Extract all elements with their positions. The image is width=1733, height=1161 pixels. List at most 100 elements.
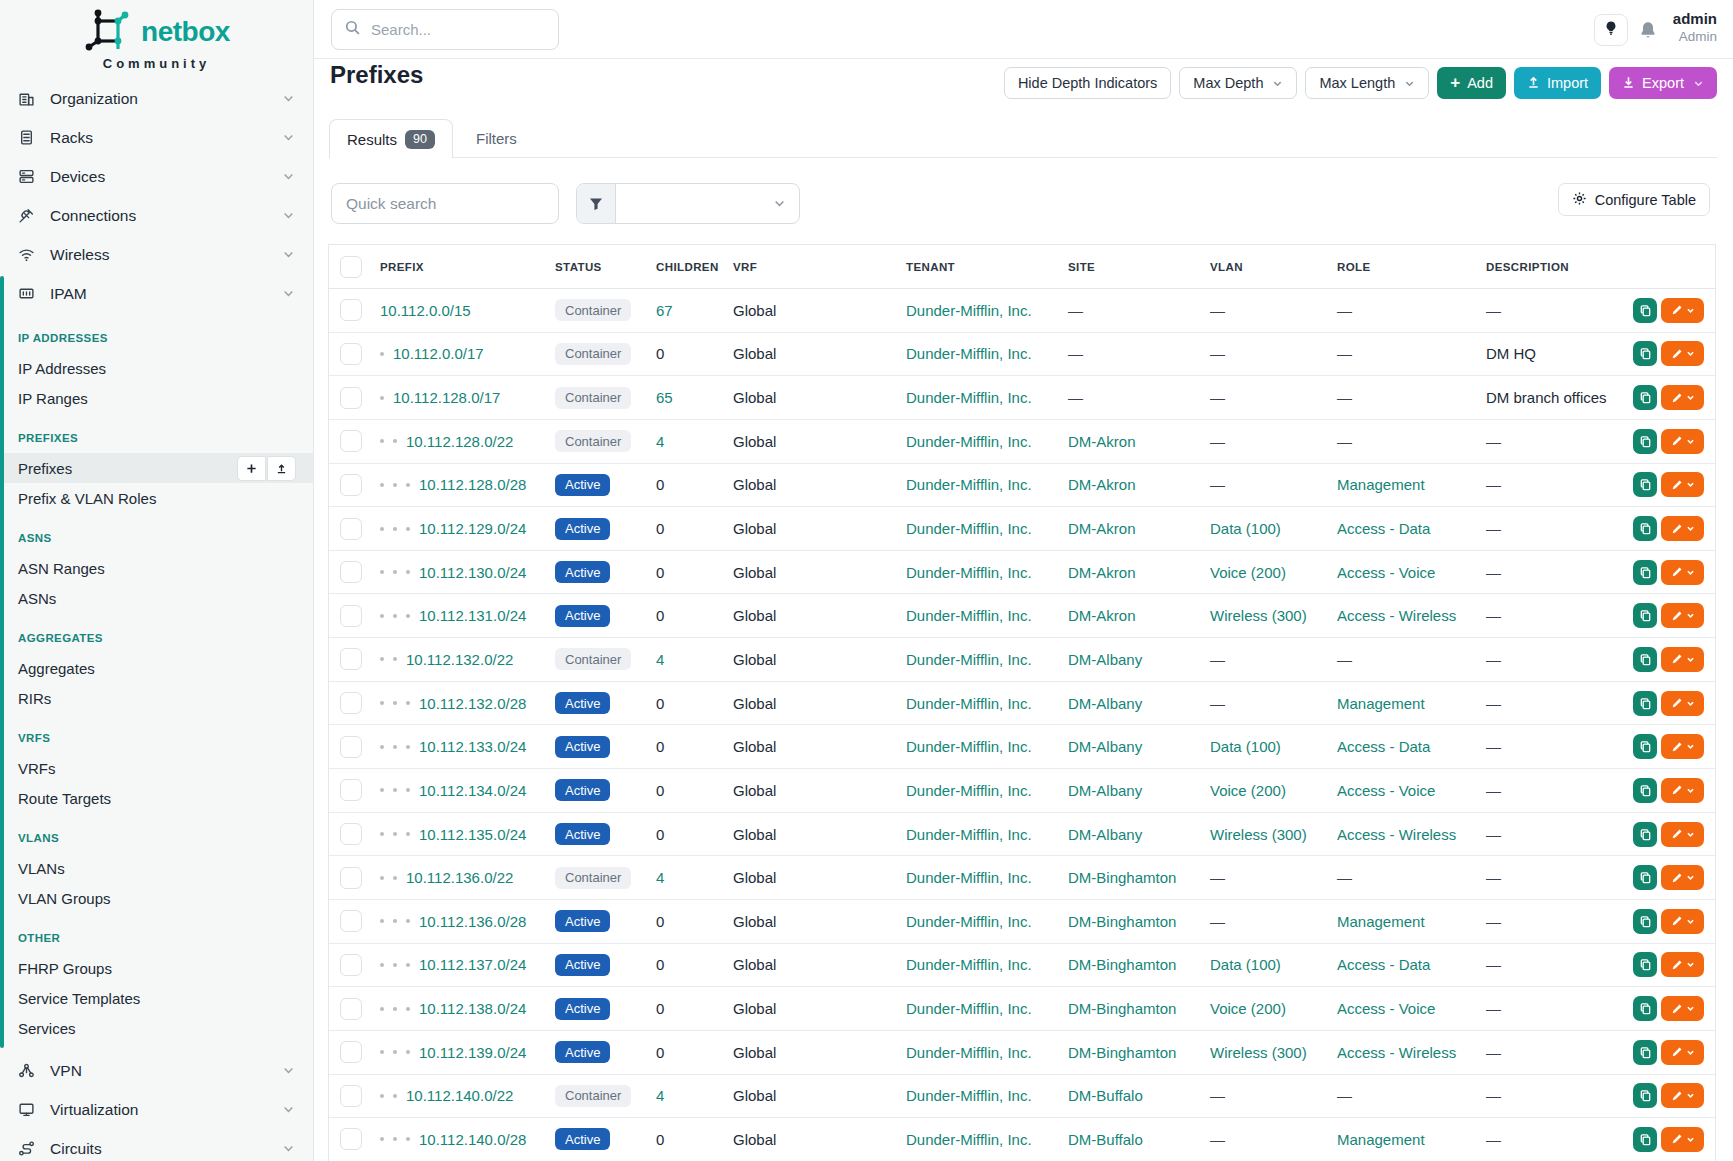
- prefix-link[interactable]: 10.112.0.0/17: [393, 345, 484, 362]
- prefix-link[interactable]: 10.112.138.0/24: [419, 1000, 526, 1017]
- role-cell-link[interactable]: Access - Voice: [1337, 564, 1435, 581]
- role-cell-link[interactable]: Management: [1337, 695, 1425, 712]
- tenant-cell-link[interactable]: Dunder-Mifflin, Inc.: [906, 651, 1032, 668]
- tenant-cell-link[interactable]: Dunder-Mifflin, Inc.: [906, 826, 1032, 843]
- row-checkbox[interactable]: [340, 605, 362, 627]
- role-cell-link[interactable]: Management: [1337, 913, 1425, 930]
- site-cell-link[interactable]: DM-Buffalo: [1068, 1131, 1143, 1148]
- row-checkbox[interactable]: [340, 867, 362, 889]
- sidebar-item-ip-ranges[interactable]: IP Ranges: [0, 383, 313, 413]
- role-cell-link[interactable]: Access - Data: [1337, 520, 1430, 537]
- brand[interactable]: netbox Community: [0, 0, 313, 71]
- copy-button[interactable]: [1633, 603, 1657, 628]
- sidebar-item-wireless[interactable]: Wireless: [0, 235, 313, 274]
- site-cell-link[interactable]: DM-Albany: [1068, 738, 1142, 755]
- sidebar-item-asn-ranges[interactable]: ASN Ranges: [0, 553, 313, 583]
- prefix-link[interactable]: 10.112.136.0/22: [406, 869, 513, 886]
- role-cell-link[interactable]: Access - Voice: [1337, 782, 1435, 799]
- row-checkbox[interactable]: [340, 648, 362, 670]
- tenant-cell-link[interactable]: Dunder-Mifflin, Inc.: [906, 695, 1032, 712]
- tenant-cell-link[interactable]: Dunder-Mifflin, Inc.: [906, 956, 1032, 973]
- tenant-cell-link[interactable]: Dunder-Mifflin, Inc.: [906, 476, 1032, 493]
- vlan-cell-link[interactable]: Wireless (300): [1210, 1044, 1307, 1061]
- copy-button[interactable]: [1633, 1083, 1657, 1108]
- global-search-input[interactable]: Search...: [331, 9, 559, 50]
- children-link[interactable]: 67: [656, 302, 673, 319]
- row-checkbox[interactable]: [340, 954, 362, 976]
- import-prefix-button[interactable]: [267, 456, 296, 481]
- tenant-cell-link[interactable]: Dunder-Mifflin, Inc.: [906, 913, 1032, 930]
- row-checkbox[interactable]: [340, 998, 362, 1020]
- row-checkbox[interactable]: [340, 430, 362, 452]
- children-link[interactable]: 65: [656, 389, 673, 406]
- edit-button[interactable]: [1661, 909, 1704, 934]
- prefix-link[interactable]: 10.112.128.0/17: [393, 389, 500, 406]
- column-header-description[interactable]: DESCRIPTION: [1486, 245, 1569, 288]
- column-header-role[interactable]: ROLE: [1337, 245, 1371, 288]
- edit-button[interactable]: [1661, 560, 1704, 585]
- prefix-link[interactable]: 10.112.131.0/24: [419, 607, 526, 624]
- prefix-link[interactable]: 10.112.129.0/24: [419, 520, 526, 537]
- saved-filter-select[interactable]: [616, 184, 799, 223]
- copy-button[interactable]: [1633, 691, 1657, 716]
- copy-button[interactable]: [1633, 341, 1657, 366]
- site-cell-link[interactable]: DM-Akron: [1068, 433, 1136, 450]
- max-length-dropdown[interactable]: Max Length: [1305, 67, 1429, 99]
- site-cell-link[interactable]: DM-Binghamton: [1068, 1000, 1176, 1017]
- column-header-site[interactable]: SITE: [1068, 245, 1095, 288]
- hide-depth-indicators-button[interactable]: Hide Depth Indicators: [1004, 67, 1171, 99]
- tenant-cell-link[interactable]: Dunder-Mifflin, Inc.: [906, 1044, 1032, 1061]
- export-button[interactable]: Export: [1609, 67, 1717, 99]
- edit-button[interactable]: [1661, 1083, 1704, 1108]
- prefix-link[interactable]: 10.112.134.0/24: [419, 782, 526, 799]
- row-checkbox[interactable]: [340, 1085, 362, 1107]
- sidebar-item-route-targets[interactable]: Route Targets: [0, 783, 313, 813]
- row-checkbox[interactable]: [340, 910, 362, 932]
- prefix-link[interactable]: 10.112.137.0/24: [419, 956, 526, 973]
- vlan-cell-link[interactable]: Data (100): [1210, 956, 1281, 973]
- sidebar-item-vlan-groups[interactable]: VLAN Groups: [0, 883, 313, 913]
- site-cell-link[interactable]: DM-Albany: [1068, 651, 1142, 668]
- site-cell-link[interactable]: DM-Akron: [1068, 476, 1136, 493]
- edit-button[interactable]: [1661, 516, 1704, 541]
- theme-toggle-button[interactable]: [1594, 14, 1628, 46]
- row-checkbox[interactable]: [340, 299, 362, 321]
- tenant-cell-link[interactable]: Dunder-Mifflin, Inc.: [906, 607, 1032, 624]
- vlan-cell-link[interactable]: Voice (200): [1210, 1000, 1286, 1017]
- row-checkbox[interactable]: [340, 736, 362, 758]
- row-checkbox[interactable]: [340, 823, 362, 845]
- column-header-vrf[interactable]: VRF: [733, 245, 757, 288]
- vlan-cell-link[interactable]: Data (100): [1210, 738, 1281, 755]
- role-cell-link[interactable]: Access - Wireless: [1337, 1044, 1456, 1061]
- copy-button[interactable]: [1633, 647, 1657, 672]
- notifications-button[interactable]: [1638, 20, 1658, 44]
- copy-button[interactable]: [1633, 952, 1657, 977]
- edit-button[interactable]: [1661, 385, 1704, 410]
- tenant-cell-link[interactable]: Dunder-Mifflin, Inc.: [906, 389, 1032, 406]
- edit-button[interactable]: [1661, 298, 1704, 323]
- copy-button[interactable]: [1633, 1040, 1657, 1065]
- site-cell-link[interactable]: DM-Binghamton: [1068, 869, 1176, 886]
- add-prefix-button[interactable]: [237, 456, 266, 481]
- tenant-cell-link[interactable]: Dunder-Mifflin, Inc.: [906, 869, 1032, 886]
- sidebar-item-ipam[interactable]: IPAM: [0, 274, 313, 313]
- copy-button[interactable]: [1633, 472, 1657, 497]
- tenant-cell-link[interactable]: Dunder-Mifflin, Inc.: [906, 520, 1032, 537]
- site-cell-link[interactable]: DM-Albany: [1068, 826, 1142, 843]
- sidebar-item-prefixes[interactable]: Prefixes: [0, 453, 313, 483]
- edit-button[interactable]: [1661, 996, 1704, 1021]
- column-header-vlan[interactable]: VLAN: [1210, 245, 1243, 288]
- tenant-cell-link[interactable]: Dunder-Mifflin, Inc.: [906, 564, 1032, 581]
- vlan-cell-link[interactable]: Voice (200): [1210, 564, 1286, 581]
- column-header-prefix[interactable]: PREFIX: [380, 245, 424, 288]
- tenant-cell-link[interactable]: Dunder-Mifflin, Inc.: [906, 738, 1032, 755]
- tab-filters[interactable]: Filters: [460, 119, 533, 157]
- column-header-children[interactable]: CHILDREN: [656, 245, 719, 288]
- edit-button[interactable]: [1661, 734, 1704, 759]
- role-cell-link[interactable]: Management: [1337, 476, 1425, 493]
- children-link[interactable]: 4: [656, 651, 664, 668]
- vlan-cell-link[interactable]: Wireless (300): [1210, 826, 1307, 843]
- sidebar-item-ip-addresses[interactable]: IP Addresses: [0, 353, 313, 383]
- tenant-cell-link[interactable]: Dunder-Mifflin, Inc.: [906, 345, 1032, 362]
- site-cell-link[interactable]: DM-Binghamton: [1068, 913, 1176, 930]
